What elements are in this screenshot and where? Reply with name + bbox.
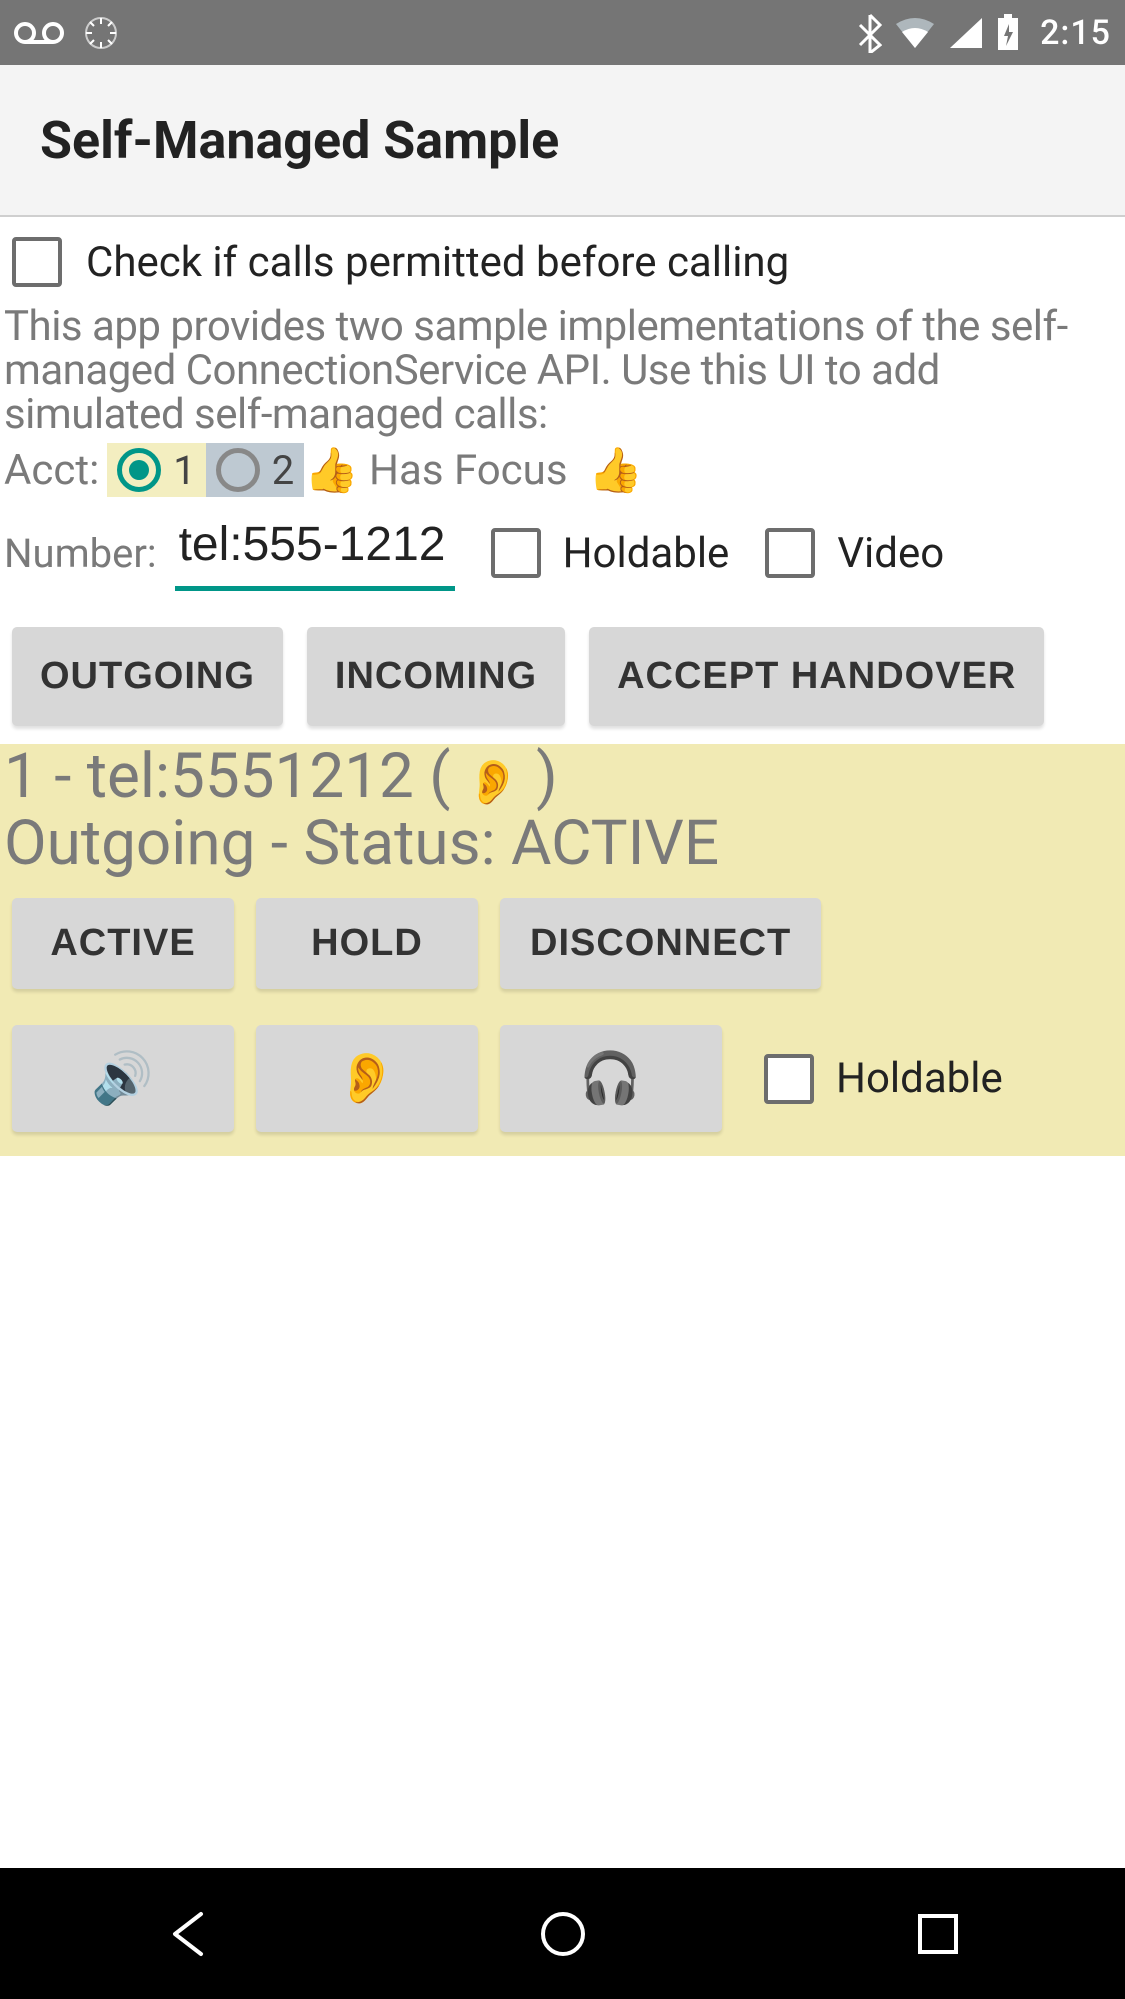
holdable-checkbox-row[interactable]: Holdable: [491, 528, 730, 578]
page-title: Self-Managed Sample: [40, 110, 559, 171]
check-permitted-label: Check if calls permitted before calling: [86, 238, 789, 287]
call-info-suffix: ): [521, 740, 558, 813]
call-info-prefix: 1 - tel:5551212 (: [4, 740, 466, 813]
back-button[interactable]: [158, 1904, 218, 1964]
status-bar: 2:15: [0, 0, 1125, 65]
battery-charging-icon: [996, 14, 1020, 52]
call-info-line-1: 1 - tel:5551212 ( 👂 ): [0, 744, 1125, 811]
bluetooth-icon: [858, 13, 882, 53]
wifi-icon: [894, 16, 936, 50]
number-row: Number: Holdable Video: [0, 515, 1125, 615]
recents-button[interactable]: [908, 1904, 968, 1964]
audio-route-buttons: 🔊 👂 🎧 Holdable: [0, 989, 1125, 1142]
video-checkbox-row[interactable]: Video: [765, 528, 944, 578]
call-state-buttons: ACTIVE HOLD DISCONNECT: [0, 878, 1125, 989]
speaker-button[interactable]: 🔊: [12, 1025, 234, 1132]
hold-button[interactable]: HOLD: [256, 898, 478, 989]
active-button[interactable]: ACTIVE: [12, 898, 234, 989]
earpiece-button[interactable]: 👂: [256, 1025, 478, 1132]
number-label: Number:: [4, 530, 157, 577]
account-row: Acct: 1 2 👍 Has Focus 👍: [0, 437, 1125, 515]
call-holdable-label: Holdable: [836, 1054, 1003, 1103]
thumb-up-icon: 👍: [588, 444, 643, 496]
recents-icon: [916, 1912, 960, 1956]
incoming-button[interactable]: INCOMING: [307, 627, 565, 726]
check-permitted-row[interactable]: Check if calls permitted before calling: [0, 217, 1125, 301]
app-bar: Self-Managed Sample: [0, 65, 1125, 217]
home-icon: [539, 1910, 587, 1958]
outgoing-button[interactable]: OUTGOING: [12, 627, 283, 726]
status-time: 2:15: [1040, 13, 1111, 53]
has-focus-label: Has Focus: [369, 446, 567, 495]
cell-signal-icon: [948, 16, 984, 50]
disconnect-button[interactable]: DISCONNECT: [500, 898, 821, 989]
check-permitted-checkbox[interactable]: [12, 237, 62, 287]
number-input[interactable]: [175, 515, 455, 591]
voicemail-icon: [14, 20, 64, 46]
thumb-up-icon: 👍: [304, 444, 359, 496]
account-label: Acct:: [4, 446, 99, 495]
account-2-label: 2: [272, 447, 294, 494]
call-panel: 1 - tel:5551212 ( 👂 ) Outgoing - Status:…: [0, 744, 1125, 1156]
holdable-checkbox[interactable]: [491, 528, 541, 578]
account-2-radio[interactable]: 2: [206, 443, 304, 497]
account-1-label: 1: [173, 447, 195, 494]
back-icon: [167, 1910, 209, 1958]
ear-icon: 👂: [466, 756, 521, 808]
video-checkbox[interactable]: [765, 528, 815, 578]
account-1-radio[interactable]: 1: [107, 443, 205, 497]
radio-checked-icon: [117, 448, 161, 492]
call-holdable-checkbox[interactable]: [764, 1054, 814, 1104]
home-button[interactable]: [533, 1904, 593, 1964]
video-label: Video: [837, 529, 944, 578]
call-info-line-2: Outgoing - Status: ACTIVE: [0, 811, 1125, 878]
accept-handover-button[interactable]: ACCEPT HANDOVER: [589, 627, 1044, 726]
call-holdable-checkbox-row[interactable]: Holdable: [764, 1054, 1003, 1104]
loading-icon: [84, 16, 118, 50]
space: [578, 446, 588, 495]
navigation-bar: [0, 1868, 1125, 1999]
radio-unchecked-icon: [216, 448, 260, 492]
headphones-button[interactable]: 🎧: [500, 1025, 722, 1132]
holdable-label: Holdable: [563, 529, 730, 578]
description-text: This app provides two sample implementat…: [0, 301, 1125, 437]
action-button-row: OUTGOING INCOMING ACCEPT HANDOVER: [0, 615, 1125, 744]
